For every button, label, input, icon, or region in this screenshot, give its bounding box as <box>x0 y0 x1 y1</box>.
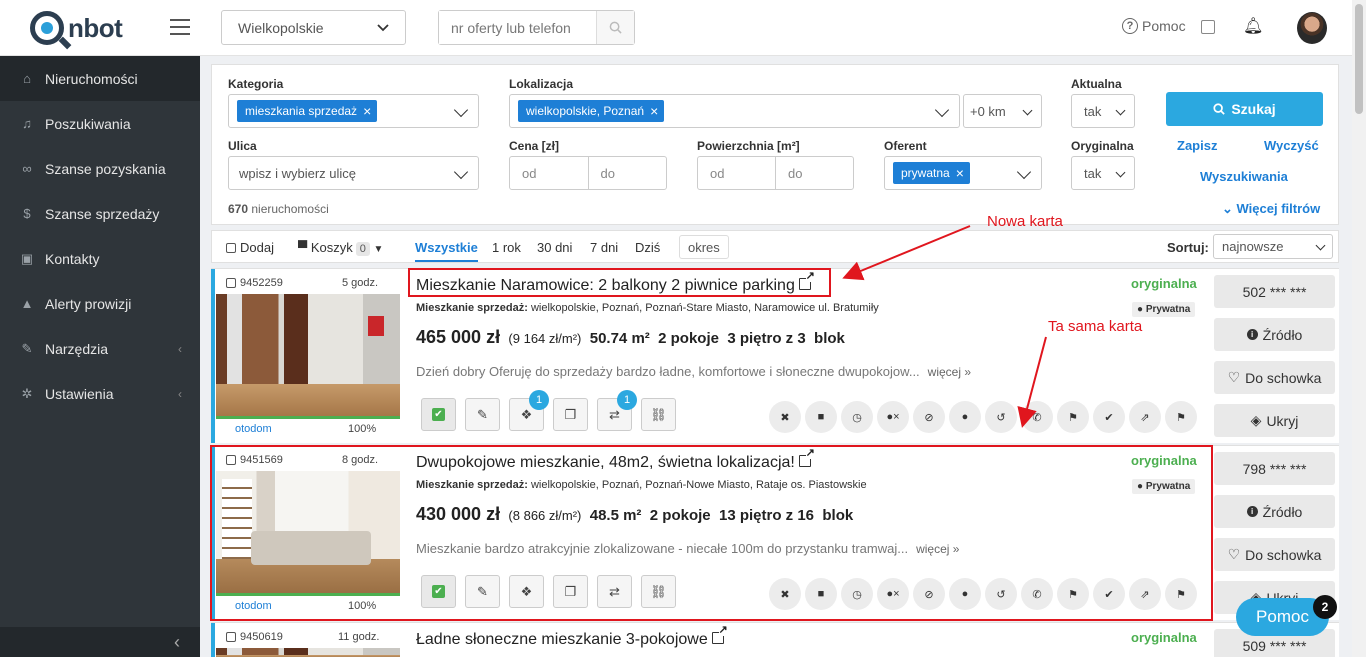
chat-notification-badge: 2 <box>1313 595 1337 619</box>
annotation-arrows <box>842 225 1047 428</box>
page-scrollbar[interactable] <box>1352 0 1366 657</box>
scrollbar-thumb[interactable] <box>1355 4 1363 114</box>
